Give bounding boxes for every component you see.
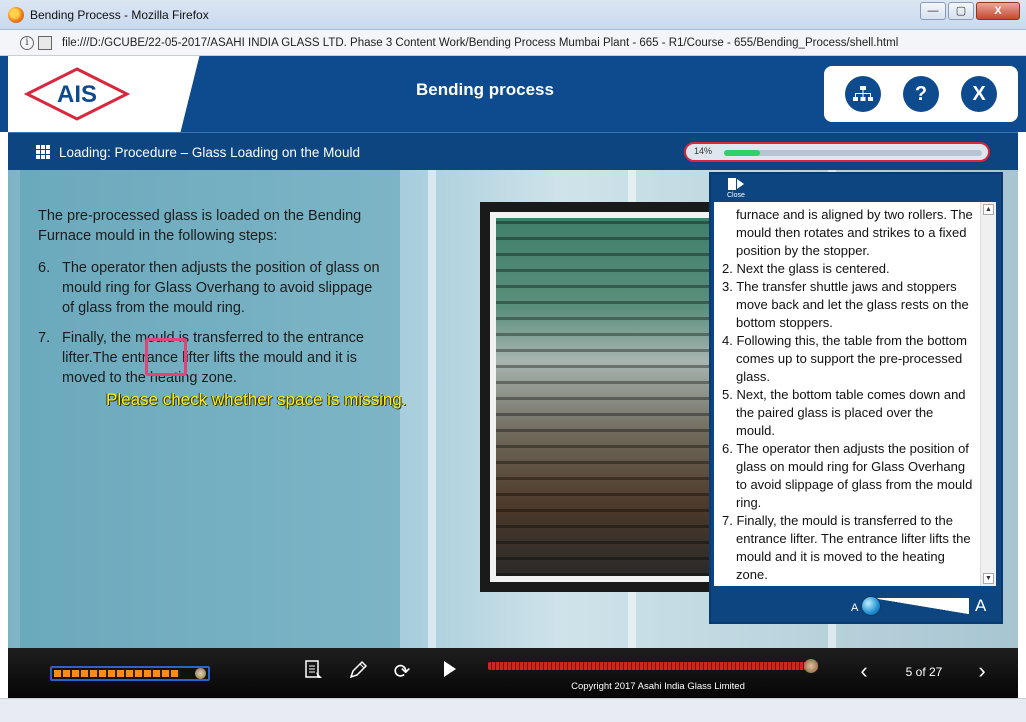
process-photo [480,202,742,592]
close-label: Close [727,192,745,199]
transcript-close-button[interactable]: Close [727,178,745,199]
topic-bar: Loading: Procedure – Glass Loading on th… [8,132,1018,170]
window-titlebar: Bending Process - Mozilla Firefox — ▢ X [0,0,1026,30]
transcript-paragraph: 2. Next the glass is centered. [722,261,890,276]
url-text[interactable]: file:///D:/GCUBE/22-05-2017/ASAHI INDIA … [62,37,898,49]
volume-slider[interactable] [50,666,210,681]
step-number: 7. [38,330,51,346]
step-text: Finally, the mould is transferred to the… [62,330,364,386]
list-item: 7. Finally, the mould is transferred to … [38,328,388,388]
font-large-label: A [975,596,987,615]
content-area: The pre-processed glass is loaded on the… [8,170,1018,648]
scroll-up-icon[interactable]: ▲ [983,204,994,215]
progress-track [724,150,982,156]
volume-fill [54,670,180,677]
list-item: 6. The operator then adjusts the positio… [38,258,388,318]
step-list: 6. The operator then adjusts the positio… [38,258,388,398]
app-title: Bending process [416,80,554,99]
transcript-paragraph: 5. Next, the bottom table comes down and… [722,387,966,438]
help-button[interactable]: ? [903,76,939,112]
topic-heading: Loading: Procedure – Glass Loading on th… [59,145,360,160]
font-size-slider[interactable]: A A [843,594,991,616]
font-small-label: A [851,602,859,614]
transcript-icon[interactable] [302,660,326,684]
minimize-button[interactable]: — [920,2,946,20]
transcript-scrollbar[interactable]: ▲ ▼ [980,202,996,586]
background-window-frame [428,170,436,648]
exit-button[interactable]: X [961,76,997,112]
previous-page-button[interactable]: ‹ [854,660,874,684]
transcript-paragraph: 7. Finally, the mould is transferred to … [722,513,971,582]
header-buttons: ? X [824,66,1018,122]
browser-statusbar [0,698,1026,722]
step-text: The operator then adjusts the position o… [62,260,380,316]
volume-knob[interactable] [195,668,206,679]
sitemap-icon [853,86,873,101]
window-title: Bending Process - Mozilla Firefox [30,8,209,22]
intro-text: The pre-processed glass is loaded on the… [38,208,362,244]
transcript-paragraph: furnace and is aligned by two rollers. T… [736,207,973,258]
font-size-knob[interactable] [861,596,881,616]
page-counter: 5 of 27 [905,665,943,679]
player-controls: ⟳ Copyright 2017 Asahi India Glass Limit… [8,648,1018,698]
address-bar[interactable]: i file:///D:/GCUBE/22-05-2017/ASAHI INDI… [0,30,1026,56]
step-number: 6. [38,260,51,276]
info-icon[interactable]: i [20,36,34,50]
replay-icon[interactable]: ⟳ [390,660,414,684]
review-comment: Please check whether space is missing. [106,390,407,409]
page-icon [38,36,52,50]
seek-knob[interactable] [804,659,819,673]
course-progress: 14% [684,142,990,162]
logo-container: AIS [8,56,172,132]
maximize-button[interactable]: ▢ [948,2,974,20]
font-size-scale [873,598,969,614]
grid-menu-icon[interactable] [36,145,50,159]
scroll-down-icon[interactable]: ▼ [983,573,994,584]
close-panel-icon [727,178,744,190]
logo-text: AIS [57,81,97,108]
seek-bar[interactable] [488,659,819,673]
transcript-paragraph: 4. Following this, the table from the bo… [722,333,967,384]
copyright-text: Copyright 2017 Asahi India Glass Limited [571,681,745,692]
review-highlight-box [145,338,187,376]
ais-logo: AIS [24,67,130,121]
course-map-button[interactable] [845,76,881,112]
close-window-button[interactable]: X [976,2,1020,20]
play-icon[interactable] [438,660,462,684]
firefox-icon [8,7,24,23]
next-page-button[interactable]: › [972,660,992,684]
transcript-paragraph: 6. The operator then adjusts the positio… [722,441,973,510]
transcript-panel: Close furnace and is aligned by two roll… [709,172,1003,624]
window-controls: — ▢ X [920,2,1020,20]
notes-pencil-icon[interactable] [346,660,370,684]
transcript-paragraph: 3. The transfer shuttle jaws and stopper… [722,279,969,330]
app-header: AIS Bending process ? X [0,56,1026,132]
transcript-text[interactable]: furnace and is aligned by two rollers. T… [714,202,980,586]
glass-on-mould-image [490,212,732,582]
progress-percent: 14% [694,146,713,156]
progress-fill [724,150,761,156]
